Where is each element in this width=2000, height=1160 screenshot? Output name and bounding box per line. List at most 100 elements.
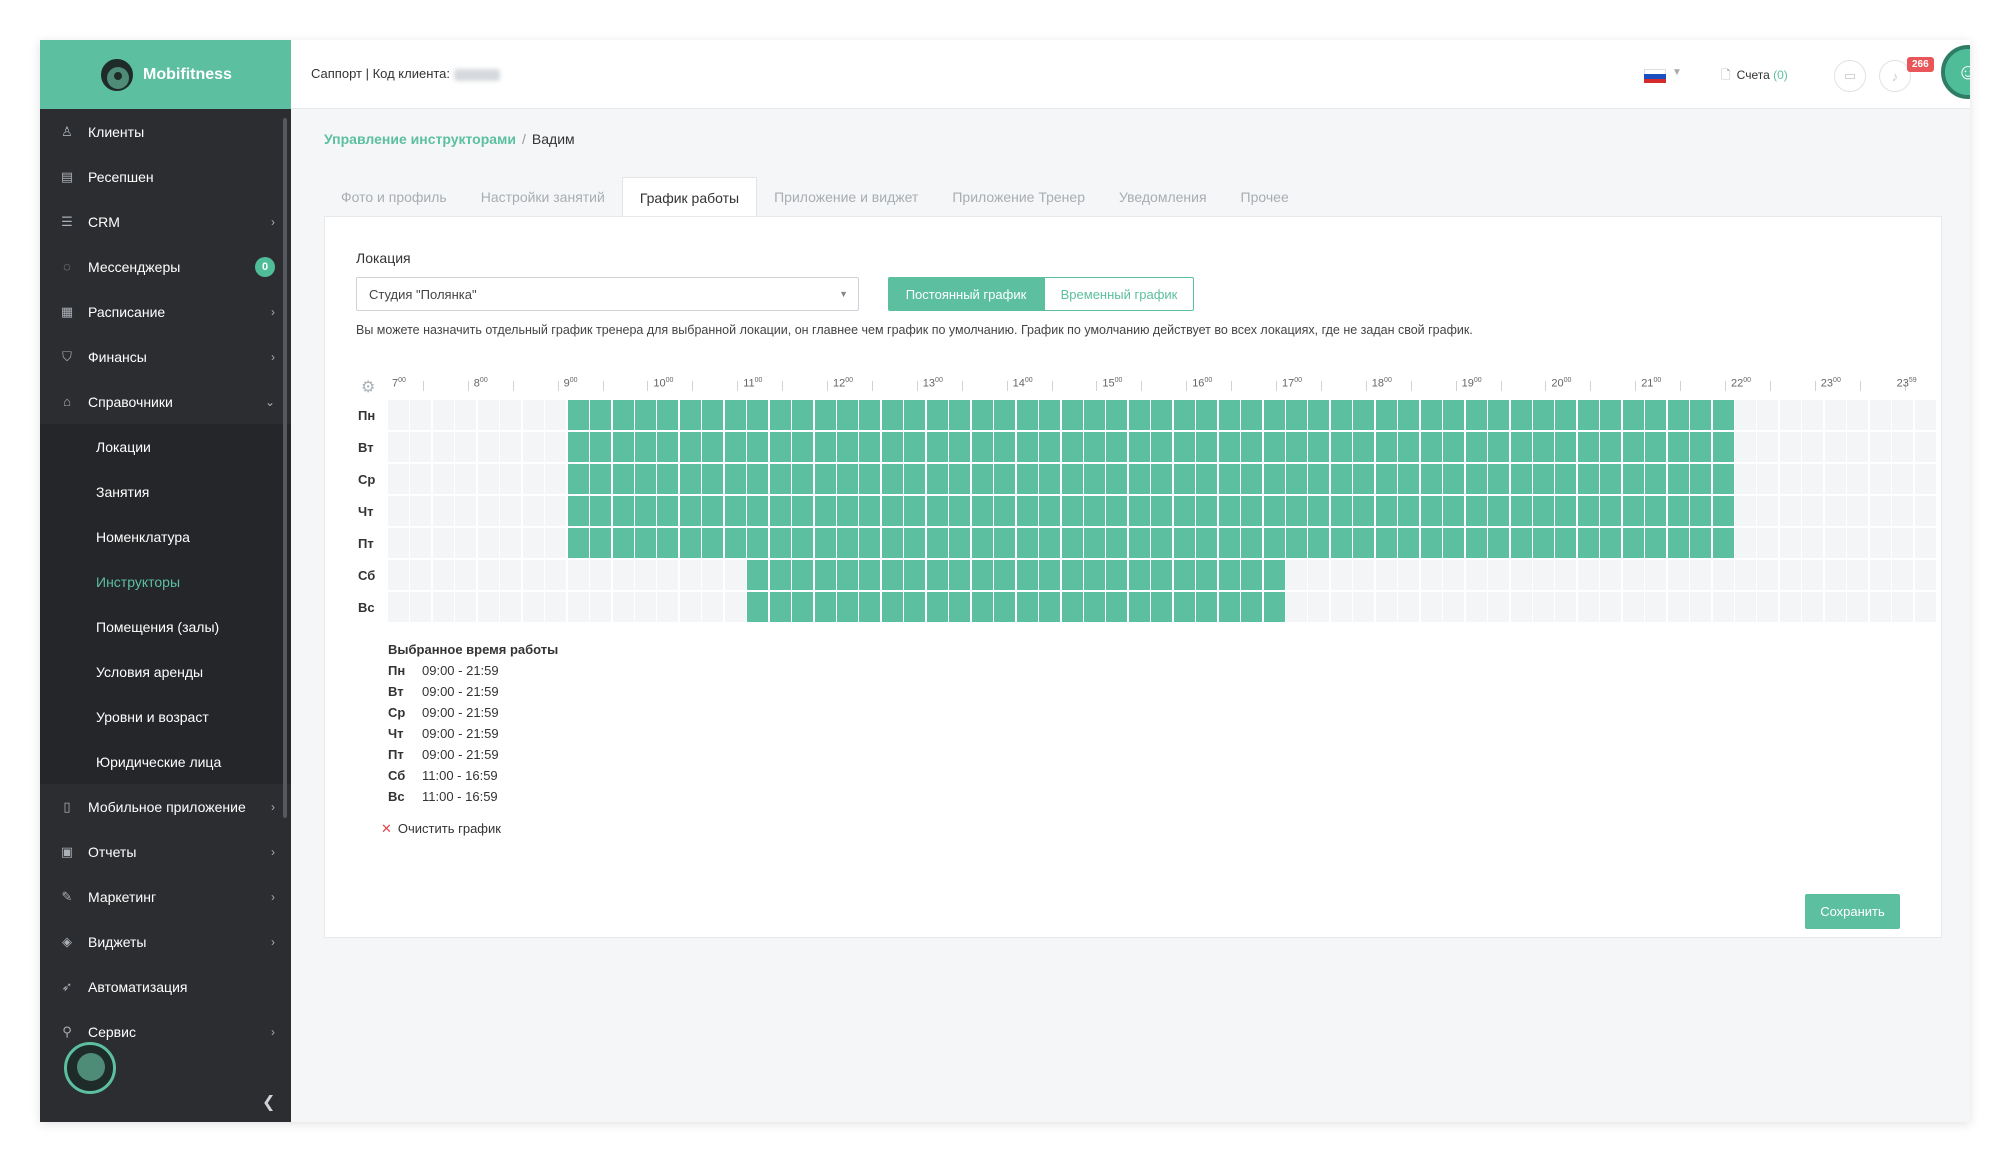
schedule-cell[interactable] bbox=[1465, 432, 1488, 463]
schedule-cell[interactable] bbox=[1465, 528, 1488, 559]
schedule-cell[interactable] bbox=[1622, 560, 1645, 591]
schedule-cell[interactable] bbox=[1353, 528, 1376, 559]
schedule-cell[interactable] bbox=[1286, 400, 1308, 431]
schedule-cell[interactable] bbox=[1532, 464, 1555, 495]
schedule-cell[interactable] bbox=[1151, 432, 1174, 463]
schedule-cell[interactable] bbox=[455, 528, 478, 559]
schedule-cell[interactable] bbox=[792, 592, 815, 623]
schedule-cell[interactable] bbox=[500, 432, 523, 463]
schedule-cell[interactable] bbox=[1824, 432, 1847, 463]
schedule-cell[interactable] bbox=[1555, 560, 1578, 591]
schedule-cell[interactable] bbox=[1892, 592, 1915, 623]
schedule-cell[interactable] bbox=[1802, 400, 1825, 431]
sidebar-item-1[interactable]: ▣ Отчеты › bbox=[40, 829, 291, 874]
schedule-cell[interactable] bbox=[500, 592, 523, 623]
schedule-cell[interactable] bbox=[1263, 560, 1286, 591]
schedule-cell[interactable] bbox=[1398, 464, 1421, 495]
schedule-cell[interactable] bbox=[1128, 592, 1151, 623]
schedule-cell[interactable] bbox=[1600, 432, 1623, 463]
schedule-cell[interactable] bbox=[949, 528, 972, 559]
schedule-cell[interactable] bbox=[1824, 528, 1847, 559]
schedule-cell[interactable] bbox=[792, 432, 815, 463]
schedule-cell[interactable] bbox=[837, 496, 859, 527]
schedule-cell[interactable] bbox=[926, 432, 949, 463]
schedule-cell[interactable] bbox=[1173, 528, 1196, 559]
schedule-cell[interactable] bbox=[994, 528, 1017, 559]
schedule-cell[interactable] bbox=[724, 432, 747, 463]
schedule-cell[interactable] bbox=[1039, 496, 1062, 527]
schedule-cell[interactable] bbox=[1465, 464, 1488, 495]
schedule-cell[interactable] bbox=[432, 496, 455, 527]
schedule-cell[interactable] bbox=[1173, 560, 1196, 591]
location-select[interactable]: Студия "Полянка" ▼ bbox=[356, 277, 859, 311]
schedule-cell[interactable] bbox=[432, 432, 455, 463]
schedule-cell[interactable] bbox=[1039, 528, 1062, 559]
schedule-cell[interactable] bbox=[1645, 592, 1668, 623]
schedule-cell[interactable] bbox=[1757, 432, 1780, 463]
schedule-cell[interactable] bbox=[1892, 432, 1915, 463]
schedule-cell[interactable] bbox=[410, 560, 433, 591]
schedule-cell[interactable] bbox=[1420, 400, 1443, 431]
schedule-cell[interactable] bbox=[1869, 400, 1892, 431]
schedule-cell[interactable] bbox=[1420, 464, 1443, 495]
schedule-cell[interactable] bbox=[1622, 528, 1645, 559]
schedule-cell[interactable] bbox=[1443, 496, 1466, 527]
schedule-cell[interactable] bbox=[1847, 464, 1870, 495]
schedule-cell[interactable] bbox=[388, 528, 410, 559]
schedule-cell[interactable] bbox=[702, 496, 725, 527]
schedule-cell[interactable] bbox=[926, 496, 949, 527]
schedule-cell[interactable] bbox=[1106, 528, 1129, 559]
schedule-cell[interactable] bbox=[1151, 400, 1174, 431]
schedule-cell[interactable] bbox=[1869, 464, 1892, 495]
schedule-cell[interactable] bbox=[837, 592, 859, 623]
schedule-cell[interactable] bbox=[1847, 592, 1870, 623]
schedule-cell[interactable] bbox=[792, 560, 815, 591]
schedule-cell[interactable] bbox=[1600, 560, 1623, 591]
schedule-cell[interactable] bbox=[1824, 400, 1847, 431]
schedule-cell[interactable] bbox=[1420, 592, 1443, 623]
clear-schedule-link[interactable]: ✕ Очистить график bbox=[381, 821, 501, 837]
schedule-cell[interactable] bbox=[769, 592, 792, 623]
schedule-cell[interactable] bbox=[702, 528, 725, 559]
schedule-cell[interactable] bbox=[814, 464, 837, 495]
schedule-cell[interactable] bbox=[1330, 592, 1353, 623]
sidebar-item-2[interactable]: ✎ Маркетинг › bbox=[40, 874, 291, 919]
schedule-cell[interactable] bbox=[1151, 496, 1174, 527]
schedule-cell[interactable] bbox=[926, 592, 949, 623]
schedule-cell[interactable] bbox=[859, 400, 882, 431]
schedule-cell[interactable] bbox=[1869, 560, 1892, 591]
schedule-cell[interactable] bbox=[1196, 496, 1219, 527]
schedule-cell[interactable] bbox=[657, 528, 680, 559]
tab-2[interactable]: График работы bbox=[621, 177, 758, 217]
schedule-cell[interactable] bbox=[432, 560, 455, 591]
schedule-cell[interactable] bbox=[1779, 432, 1802, 463]
schedule-cell[interactable] bbox=[1869, 592, 1892, 623]
schedule-cell[interactable] bbox=[634, 432, 657, 463]
schedule-cell[interactable] bbox=[814, 528, 837, 559]
schedule-cell[interactable] bbox=[1779, 464, 1802, 495]
schedule-cell[interactable] bbox=[545, 496, 568, 527]
schedule-cell[interactable] bbox=[1263, 592, 1286, 623]
schedule-cell[interactable] bbox=[1061, 528, 1084, 559]
schedule-cell[interactable] bbox=[522, 400, 545, 431]
schedule-cell[interactable] bbox=[477, 464, 500, 495]
schedule-cell[interactable] bbox=[1151, 528, 1174, 559]
schedule-cell[interactable] bbox=[1465, 560, 1488, 591]
schedule-cell[interactable] bbox=[1375, 496, 1398, 527]
schedule-cell[interactable] bbox=[1869, 496, 1892, 527]
schedule-cell[interactable] bbox=[1622, 400, 1645, 431]
schedule-cell[interactable] bbox=[1353, 400, 1376, 431]
schedule-cell[interactable] bbox=[590, 400, 613, 431]
schedule-cell[interactable] bbox=[1510, 432, 1533, 463]
schedule-cell[interactable] bbox=[590, 560, 613, 591]
sidebar-item-4[interactable]: ➶ Автоматизация bbox=[40, 964, 291, 1009]
schedule-cell[interactable] bbox=[1196, 592, 1219, 623]
schedule-cell[interactable] bbox=[1263, 400, 1286, 431]
schedule-cell[interactable] bbox=[1600, 464, 1623, 495]
schedule-cell[interactable] bbox=[388, 560, 410, 591]
schedule-cell[interactable] bbox=[971, 528, 994, 559]
schedule-cell[interactable] bbox=[994, 560, 1017, 591]
schedule-cell[interactable] bbox=[1757, 560, 1780, 591]
schedule-cell[interactable] bbox=[1577, 496, 1600, 527]
schedule-cell[interactable] bbox=[1218, 592, 1241, 623]
